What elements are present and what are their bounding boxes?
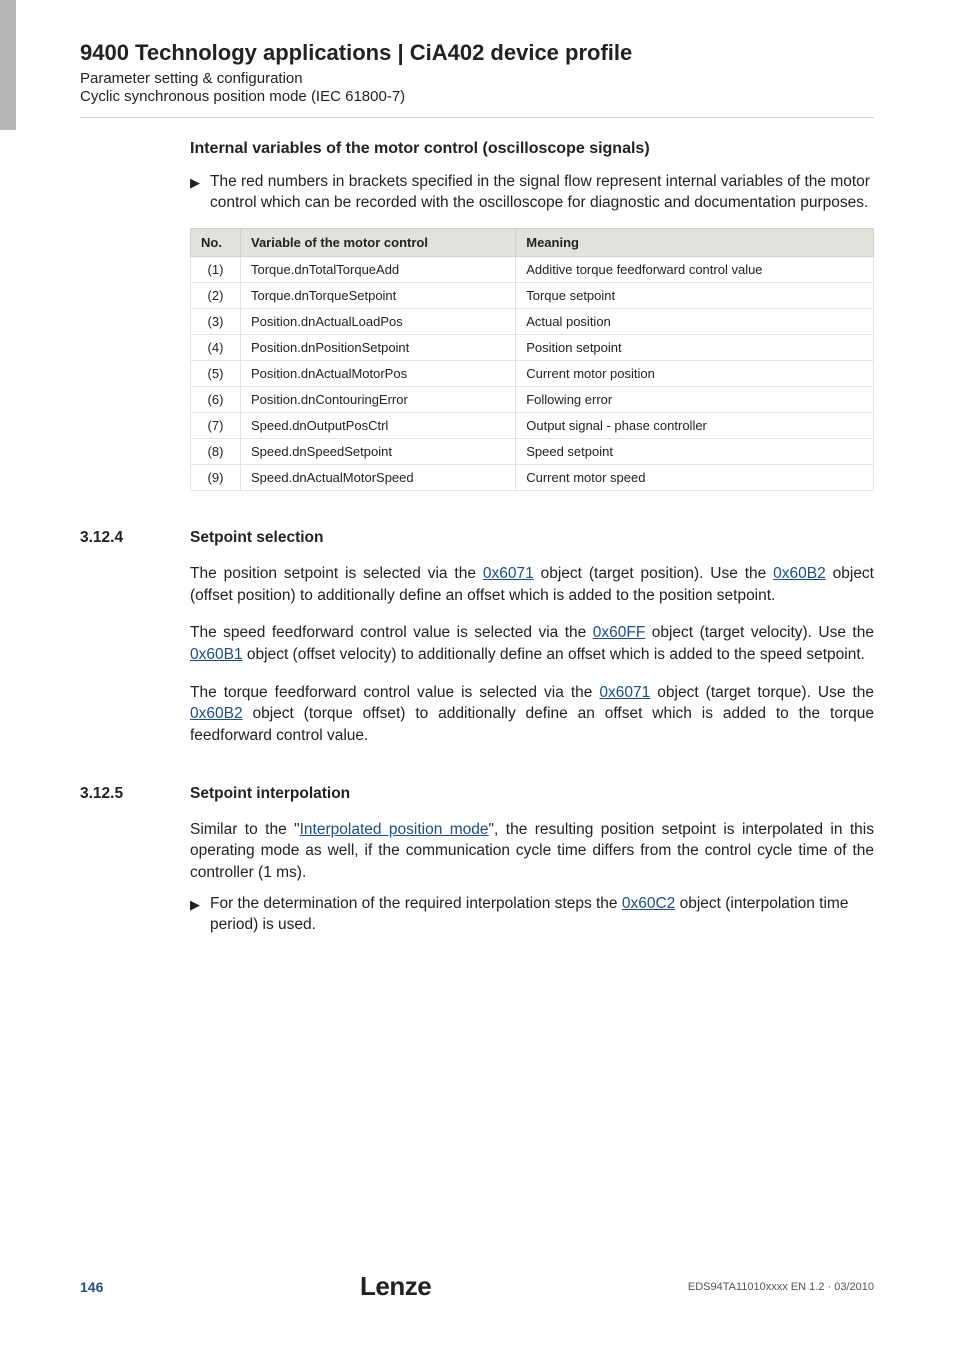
cell-no: (7) (191, 412, 241, 438)
table-body: (1)Torque.dnTotalTorqueAddAdditive torqu… (191, 256, 874, 490)
table-row: (6)Position.dnContouringErrorFollowing e… (191, 386, 874, 412)
cell-meaning: Current motor speed (516, 464, 874, 490)
cell-no: (3) (191, 308, 241, 334)
text: object (offset velocity) to additionally… (243, 646, 865, 663)
text: object (target torque). Use the (650, 684, 874, 701)
cell-no: (6) (191, 386, 241, 412)
vars-heading: Internal variables of the motor control … (190, 140, 874, 158)
cell-no: (4) (191, 334, 241, 360)
col-var: Variable of the motor control (241, 228, 516, 256)
link-0x60B2[interactable]: 0x60B2 (773, 565, 826, 582)
variables-table: No. Variable of the motor control Meanin… (190, 228, 874, 491)
link-0x6071[interactable]: 0x6071 (483, 565, 534, 582)
cell-no: (5) (191, 360, 241, 386)
doc-section: Parameter setting & configuration (80, 70, 874, 87)
doc-title: 9400 Technology applications | CiA402 de… (80, 40, 874, 66)
bullet-triangle-icon: ▶ (190, 172, 210, 214)
text: object (target position). Use the (534, 565, 773, 582)
text: For the determination of the required in… (210, 895, 622, 912)
para-3125-1: Similar to the "Interpolated position mo… (190, 819, 874, 884)
text: The position setpoint is selected via th… (190, 565, 483, 582)
cell-meaning: Actual position (516, 308, 874, 334)
section-3124-header: 3.12.4 Setpoint selection (80, 529, 874, 547)
section-title: Setpoint selection (190, 529, 324, 547)
doc-reference: EDS94TA11010xxxx EN 1.2 · 03/2010 (688, 1281, 874, 1293)
cell-var: Speed.dnSpeedSetpoint (241, 438, 516, 464)
content-area: Internal variables of the motor control … (0, 118, 954, 936)
link-0x60FF[interactable]: 0x60FF (593, 624, 646, 641)
page-number: 146 (80, 1279, 103, 1295)
cell-no: (8) (191, 438, 241, 464)
cell-var: Torque.dnTotalTorqueAdd (241, 256, 516, 282)
bullet-row: ▶ The red numbers in brackets specified … (190, 172, 874, 214)
cell-no: (9) (191, 464, 241, 490)
bullet-text: The red numbers in brackets specified in… (210, 172, 874, 214)
table-row: (1)Torque.dnTotalTorqueAddAdditive torqu… (191, 256, 874, 282)
page-header: 9400 Technology applications | CiA402 de… (0, 0, 954, 118)
page-footer: 146 Lenze EDS94TA11010xxxx EN 1.2 · 03/2… (80, 1271, 874, 1302)
section-number: 3.12.4 (80, 529, 190, 547)
table-row: (8)Speed.dnSpeedSetpointSpeed setpoint (191, 438, 874, 464)
brand-logo: Lenze (360, 1271, 431, 1302)
table-row: (3)Position.dnActualLoadPosActual positi… (191, 308, 874, 334)
link-0x60B1[interactable]: 0x60B1 (190, 646, 243, 663)
cell-meaning: Position setpoint (516, 334, 874, 360)
bullet-text: For the determination of the required in… (210, 894, 874, 936)
text: object (target velocity). Use the (645, 624, 874, 641)
cell-var: Speed.dnOutputPosCtrl (241, 412, 516, 438)
para-3124-1: The position setpoint is selected via th… (190, 563, 874, 606)
table-row: (4)Position.dnPositionSetpointPosition s… (191, 334, 874, 360)
link-0x60C2[interactable]: 0x60C2 (622, 895, 675, 912)
cell-meaning: Torque setpoint (516, 282, 874, 308)
col-meaning: Meaning (516, 228, 874, 256)
cell-var: Position.dnContouringError (241, 386, 516, 412)
cell-var: Speed.dnActualMotorSpeed (241, 464, 516, 490)
section-title: Setpoint interpolation (190, 785, 350, 803)
cell-var: Torque.dnTorqueSetpoint (241, 282, 516, 308)
col-no: No. (191, 228, 241, 256)
table-header-row: No. Variable of the motor control Meanin… (191, 228, 874, 256)
text: object (torque offset) to additionally d… (190, 705, 874, 744)
cell-var: Position.dnActualMotorPos (241, 360, 516, 386)
left-margin-bar (0, 0, 16, 130)
link-0x6071-b[interactable]: 0x6071 (599, 684, 650, 701)
link-0x60B2-b[interactable]: 0x60B2 (190, 705, 243, 722)
cell-meaning: Additive torque feedforward control valu… (516, 256, 874, 282)
section-number: 3.12.5 (80, 785, 190, 803)
table-row: (5)Position.dnActualMotorPosCurrent moto… (191, 360, 874, 386)
link-interpolated-mode[interactable]: Interpolated position mode (300, 821, 489, 838)
cell-var: Position.dnPositionSetpoint (241, 334, 516, 360)
text: The torque feedforward control value is … (190, 684, 599, 701)
cell-meaning: Output signal - phase controller (516, 412, 874, 438)
section-3125-header: 3.12.5 Setpoint interpolation (80, 785, 874, 803)
para-3124-2: The speed feedforward control value is s… (190, 622, 874, 665)
table-row: (7)Speed.dnOutputPosCtrlOutput signal - … (191, 412, 874, 438)
text: Similar to the " (190, 821, 300, 838)
cell-no: (1) (191, 256, 241, 282)
page: 9400 Technology applications | CiA402 de… (0, 0, 954, 1350)
bullet-triangle-icon: ▶ (190, 894, 210, 936)
table-row: (2)Torque.dnTorqueSetpointTorque setpoin… (191, 282, 874, 308)
doc-subsection: Cyclic synchronous position mode (IEC 61… (80, 88, 874, 105)
para-3124-3: The torque feedforward control value is … (190, 682, 874, 747)
cell-no: (2) (191, 282, 241, 308)
table-row: (9)Speed.dnActualMotorSpeedCurrent motor… (191, 464, 874, 490)
cell-meaning: Speed setpoint (516, 438, 874, 464)
cell-meaning: Following error (516, 386, 874, 412)
cell-var: Position.dnActualLoadPos (241, 308, 516, 334)
cell-meaning: Current motor position (516, 360, 874, 386)
text: The speed feedforward control value is s… (190, 624, 593, 641)
bullet-row: ▶ For the determination of the required … (190, 894, 874, 936)
